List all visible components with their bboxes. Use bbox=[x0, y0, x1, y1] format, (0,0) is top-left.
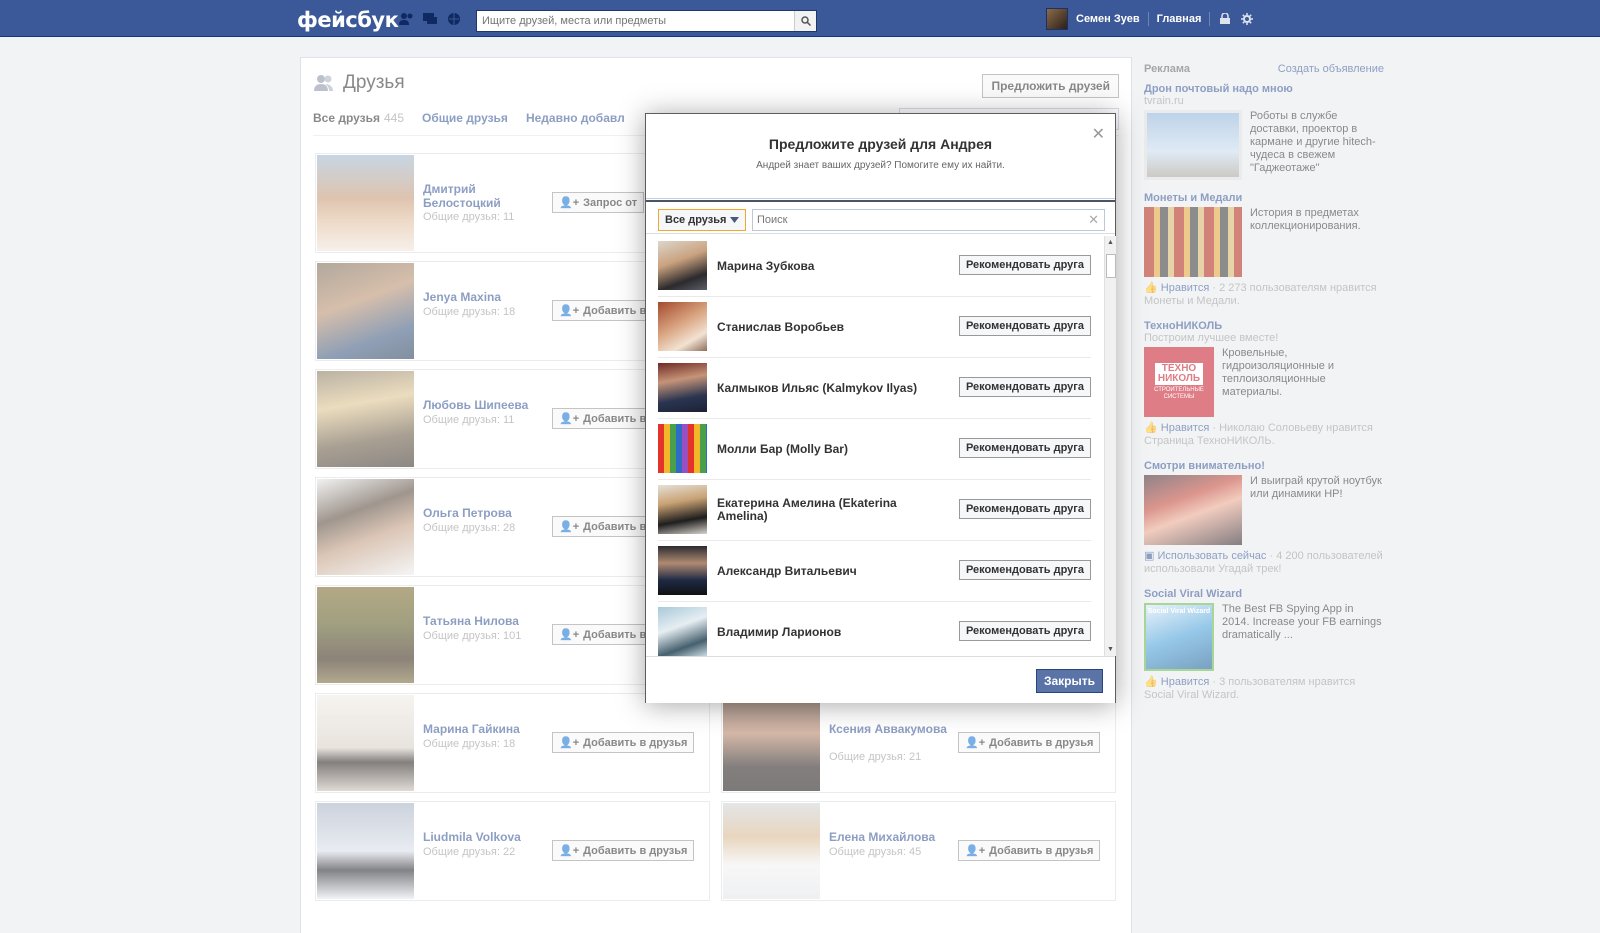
recommend-friend-button[interactable]: Рекомендовать друга bbox=[958, 438, 1091, 458]
recommend-friend-button[interactable]: Рекомендовать друга bbox=[958, 377, 1091, 397]
close-dialog-button[interactable]: Закрыть bbox=[1035, 669, 1103, 693]
person-photo[interactable] bbox=[658, 546, 707, 595]
person-name[interactable]: Станислав Воробьев bbox=[717, 297, 937, 357]
list-item: Молли Бар (Molly Bar) Рекомендовать друг… bbox=[658, 419, 1091, 480]
recommend-friend-button[interactable]: Рекомендовать друга bbox=[958, 255, 1091, 275]
list-item: Калмыков Ильяс (Kalmykov Ilyas) Рекоменд… bbox=[658, 358, 1091, 419]
friends-filter-dropdown[interactable]: Все друзья bbox=[658, 209, 747, 231]
user-area: Семен Зуев Главная bbox=[1046, 8, 1254, 30]
list-scrollbar[interactable]: ▲ ▼ bbox=[1104, 236, 1116, 656]
dialog-title: Предложите друзей для Андрея bbox=[768, 136, 993, 152]
top-search-field[interactable] bbox=[476, 10, 817, 32]
person-photo[interactable] bbox=[658, 607, 707, 656]
person-name[interactable]: Владимир Ларионов bbox=[717, 602, 937, 656]
scroll-up-arrow-icon[interactable]: ▲ bbox=[1107, 239, 1114, 246]
dialog-footer: Закрыть bbox=[646, 656, 1115, 703]
person-photo[interactable] bbox=[658, 241, 707, 290]
person-photo[interactable] bbox=[658, 302, 707, 351]
home-link[interactable]: Главная bbox=[1157, 13, 1202, 25]
messages-icon[interactable] bbox=[422, 12, 438, 26]
privacy-shortcuts-icon[interactable] bbox=[1218, 12, 1232, 26]
list-item: Владимир Ларионов Рекомендовать друга bbox=[658, 602, 1091, 656]
person-photo[interactable] bbox=[658, 363, 707, 412]
dialog-subtitle: Андрей знает ваших друзей? Помогите ему … bbox=[756, 160, 1005, 171]
friends-suggestion-list: Марина Зубкова Рекомендовать друга Стани… bbox=[646, 236, 1103, 656]
close-icon[interactable]: ✕ bbox=[1092, 124, 1105, 144]
suggest-friends-dialog: Предложите друзей для Андрея Андрей знае… bbox=[645, 113, 1116, 703]
list-item: Станислав Воробьев Рекомендовать друга bbox=[658, 297, 1091, 358]
recommend-friend-button[interactable]: Рекомендовать друга bbox=[958, 316, 1091, 336]
user-name-link[interactable]: Семен Зуев bbox=[1076, 13, 1140, 25]
filter-label: Все друзья bbox=[665, 214, 727, 226]
person-name[interactable]: Александр Витальевич bbox=[717, 541, 937, 601]
recommend-friend-button[interactable]: Рекомендовать друга bbox=[958, 621, 1091, 641]
recommend-friend-button[interactable]: Рекомендовать друга bbox=[958, 499, 1091, 519]
notifications-globe-icon[interactable] bbox=[446, 12, 462, 26]
list-item: Александр Витальевич Рекомендовать друга bbox=[658, 541, 1091, 602]
scrollbar-thumb[interactable] bbox=[1106, 254, 1116, 278]
person-name[interactable]: Екатерина Амелина (Ekaterina Amelina) bbox=[717, 480, 937, 540]
user-avatar[interactable] bbox=[1046, 8, 1068, 30]
top-search-input[interactable] bbox=[477, 11, 795, 31]
facebook-logo[interactable]: фейсбук bbox=[297, 8, 399, 32]
person-name[interactable]: Молли Бар (Molly Bar) bbox=[717, 419, 937, 479]
dialog-search-field[interactable]: ✕ bbox=[752, 209, 1105, 231]
clear-search-icon[interactable]: ✕ bbox=[1088, 212, 1099, 228]
search-icon[interactable] bbox=[794, 11, 816, 31]
settings-gear-icon[interactable] bbox=[1240, 12, 1254, 26]
person-photo[interactable] bbox=[658, 424, 707, 473]
dialog-header: Предложите друзей для Андрея Андрей знае… bbox=[646, 114, 1115, 199]
chevron-down-icon bbox=[730, 217, 740, 223]
divider bbox=[1209, 12, 1211, 26]
person-photo[interactable] bbox=[658, 485, 707, 534]
friend-requests-icon[interactable] bbox=[398, 12, 414, 26]
dialog-search-input[interactable] bbox=[753, 210, 1078, 230]
divider bbox=[1147, 12, 1149, 26]
person-name[interactable]: Марина Зубкова bbox=[717, 236, 937, 296]
recommend-friend-button[interactable]: Рекомендовать друга bbox=[958, 560, 1091, 580]
list-item: Екатерина Амелина (Ekaterina Amelina) Ре… bbox=[658, 480, 1091, 541]
person-name[interactable]: Калмыков Ильяс (Kalmykov Ilyas) bbox=[717, 358, 937, 418]
scroll-down-arrow-icon[interactable]: ▼ bbox=[1107, 646, 1114, 653]
dialog-filter-bar: Все друзья ✕ bbox=[646, 200, 1115, 234]
top-navigation-bar: фейсбук Семен Зуев Главная bbox=[0, 0, 1600, 37]
list-item: Марина Зубкова Рекомендовать друга bbox=[658, 236, 1091, 297]
